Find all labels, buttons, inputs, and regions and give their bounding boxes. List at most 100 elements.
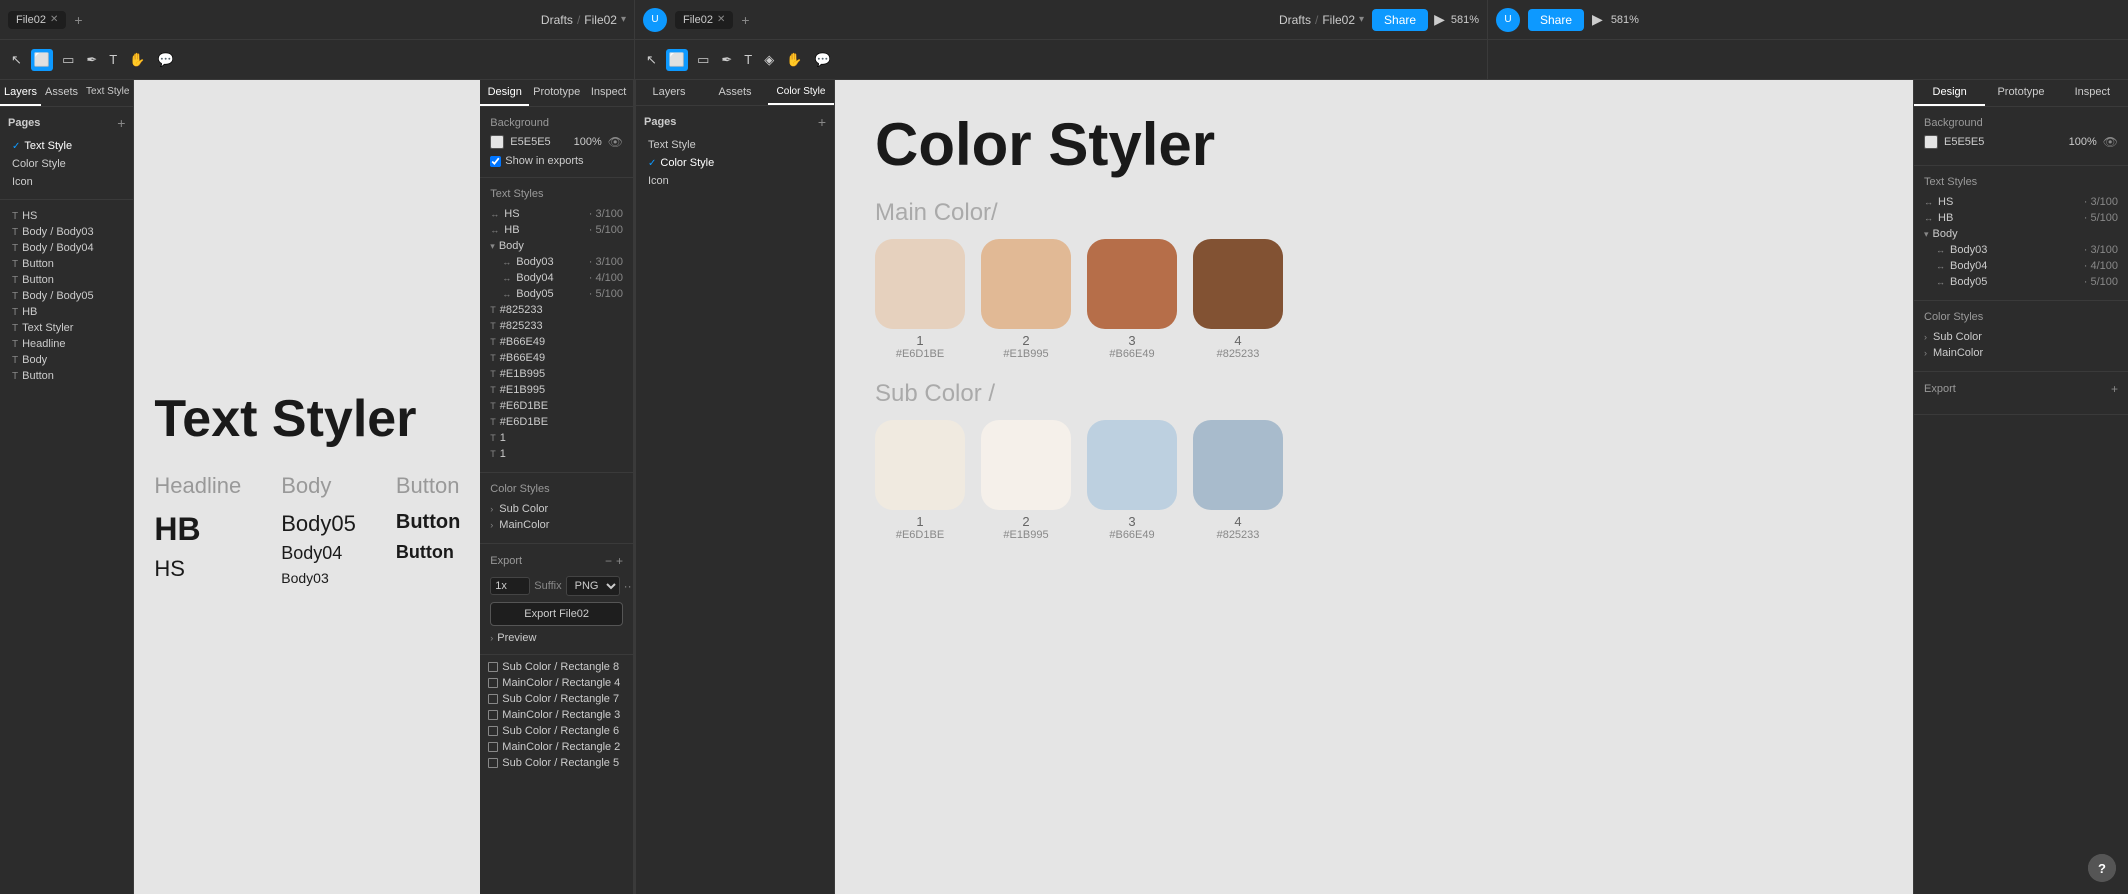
play-button-right[interactable]: ▶ [1434, 11, 1445, 28]
page-text-style-right[interactable]: Text Style [644, 136, 826, 154]
text-icon-body03: T [12, 227, 18, 238]
style-hb-right: ↔ HB · 5/100 [1924, 210, 2118, 226]
play-button-far-right[interactable]: ▶ [1592, 11, 1603, 28]
export-add-right[interactable]: + [2111, 382, 2118, 396]
tool-rect[interactable]: ▭ [59, 49, 77, 71]
bg-swatch-right[interactable] [1924, 135, 1938, 149]
pages-header-left: Pages + [8, 115, 125, 131]
list-main-color-rect3[interactable]: MainColor / Rectangle 3 [480, 707, 633, 723]
tool-comment-c[interactable]: 💬 [811, 49, 833, 71]
layer-hb[interactable]: T HB [8, 304, 125, 320]
add-tab-right[interactable]: + [741, 12, 749, 28]
design-tab-inspect[interactable]: Inspect [584, 80, 633, 106]
breadcrumb-file-left[interactable]: File02 [584, 13, 617, 27]
text-style-icon-hb: ↔ [490, 225, 500, 235]
breadcrumb-chevron-right[interactable]: ▾ [1359, 14, 1364, 25]
page-color-style-left[interactable]: Color Style [8, 155, 125, 173]
body-group-header[interactable]: ▾ Body [490, 238, 623, 254]
export-minus[interactable]: − [605, 554, 612, 568]
visibility-btn-right[interactable]: 👁 [2103, 135, 2118, 149]
list-sub-color-rect6[interactable]: Sub Color / Rectangle 6 [480, 723, 633, 739]
tool-text[interactable]: T [106, 49, 120, 70]
tool-hand[interactable]: ✋ [126, 49, 148, 71]
tab-text-style-left[interactable]: Text Style [82, 80, 133, 106]
show-exports-checkbox[interactable] [490, 156, 501, 167]
tab-color-style-right[interactable]: Color Style [768, 80, 834, 105]
canvas-right: Color Styler Main Color/ 1 #E6D1BE 2 [835, 80, 1913, 894]
layer-headline[interactable]: T Headline [8, 336, 125, 352]
layer-text-styler[interactable]: T Text Styler [8, 320, 125, 336]
visibility-btn-left[interactable]: 👁 [608, 135, 623, 149]
tool-rect-c[interactable]: ▭ [694, 49, 712, 71]
export-file-btn[interactable]: Export File02 [490, 602, 623, 626]
export-format-select[interactable]: PNG JPG SVG [566, 576, 620, 596]
add-page-left[interactable]: + [117, 115, 125, 131]
list-main-color-rect2[interactable]: MainColor / Rectangle 2 [480, 739, 633, 755]
layer-label-body: Body [22, 354, 47, 366]
page-icon-left[interactable]: Icon [8, 173, 125, 191]
swatch-box-sub-3 [1087, 420, 1177, 510]
sub-color-label-right: Sub Color [1933, 331, 1982, 343]
body-group-header-right[interactable]: ▾ Body [1924, 226, 2118, 242]
tool-cursor[interactable]: ↖ [8, 49, 25, 71]
close-tab-right[interactable]: ✕ [717, 14, 725, 25]
tool-pen-c[interactable]: ✒ [718, 49, 735, 71]
body05-text: Body05 [281, 511, 356, 537]
close-tab-left[interactable]: ✕ [50, 14, 58, 25]
tool-text-c[interactable]: T [741, 49, 755, 70]
tool-component-c[interactable]: ◈ [761, 49, 777, 71]
export-plus[interactable]: + [616, 554, 623, 568]
window-right: Layers Assets Color Style Pages + Text S… [635, 80, 2128, 894]
num-1-b: T 1 [490, 446, 623, 462]
layer-button1[interactable]: T Button [8, 256, 125, 272]
tab-file02-right[interactable]: File02 ✕ [675, 11, 733, 29]
layer-label-button1: Button [22, 258, 54, 270]
tool-pen[interactable]: ✒ [83, 49, 100, 71]
layer-button2[interactable]: T Button [8, 272, 125, 288]
layer-hs[interactable]: T HS [8, 208, 125, 224]
hex-b66e49-1: T #B66E49 [490, 334, 623, 350]
page-icon-right[interactable]: Icon [644, 172, 826, 190]
layer-body[interactable]: T Body [8, 352, 125, 368]
preview-toggle[interactable]: › Preview [490, 632, 623, 644]
list-sub-color-rect8[interactable]: Sub Color / Rectangle 8 [480, 659, 633, 675]
tool-comment[interactable]: 💬 [154, 49, 176, 71]
add-page-right[interactable]: + [818, 114, 826, 130]
share-button-right[interactable]: Share [1372, 9, 1428, 31]
list-sub-color-rect7[interactable]: Sub Color / Rectangle 7 [480, 691, 633, 707]
share-button-far-right[interactable]: Share [1528, 9, 1584, 31]
tab-layers-right[interactable]: Layers [636, 80, 702, 105]
layer-button3[interactable]: T Button [8, 368, 125, 384]
breadcrumb-file-right[interactable]: File02 [1322, 13, 1355, 27]
help-area-left: ? [480, 878, 633, 894]
tab-assets-left[interactable]: Assets [41, 80, 82, 106]
tab-layers-left[interactable]: Layers [0, 80, 41, 106]
breadcrumb-chevron-left[interactable]: ▾ [621, 14, 626, 25]
tool-frame[interactable]: ⬜ [31, 49, 53, 71]
layer-body05[interactable]: T Body / Body05 [8, 288, 125, 304]
export-scale-input[interactable] [490, 577, 530, 595]
design-tab-prototype[interactable]: Prototype [529, 80, 584, 106]
tool-cursor-c[interactable]: ↖ [643, 49, 660, 71]
tab-file02-left[interactable]: File02 ✕ [8, 11, 66, 29]
design-tab-design-right[interactable]: Design [1914, 80, 1985, 106]
tool-frame-c[interactable]: ⬜ [666, 49, 688, 71]
list-sub-color-rect5[interactable]: Sub Color / Rectangle 5 [480, 755, 633, 771]
design-tab-design[interactable]: Design [480, 80, 529, 106]
page-color-style-right[interactable]: ✓ Color Style [644, 154, 826, 172]
add-tab-left[interactable]: + [74, 12, 82, 28]
export-more-btn[interactable]: ··· [624, 579, 633, 593]
text-icon-hs: T [12, 211, 18, 222]
list-main-color-rect4[interactable]: MainColor / Rectangle 4 [480, 675, 633, 691]
main-swatch-4: 4 #825233 [1193, 239, 1283, 360]
tool-hand-c[interactable]: ✋ [783, 49, 805, 71]
design-tab-prototype-right[interactable]: Prototype [1985, 80, 2056, 106]
bg-swatch-left[interactable] [490, 135, 504, 149]
layer-body03[interactable]: T Body / Body03 [8, 224, 125, 240]
tab-assets-right[interactable]: Assets [702, 80, 768, 105]
page-text-style[interactable]: ✓ Text Style [8, 137, 125, 155]
swatch-num-sub-3: 3 [1128, 514, 1135, 529]
help-button-right[interactable]: ? [2088, 854, 2116, 882]
layer-body04[interactable]: T Body / Body04 [8, 240, 125, 256]
design-tab-inspect-right[interactable]: Inspect [2057, 80, 2128, 106]
